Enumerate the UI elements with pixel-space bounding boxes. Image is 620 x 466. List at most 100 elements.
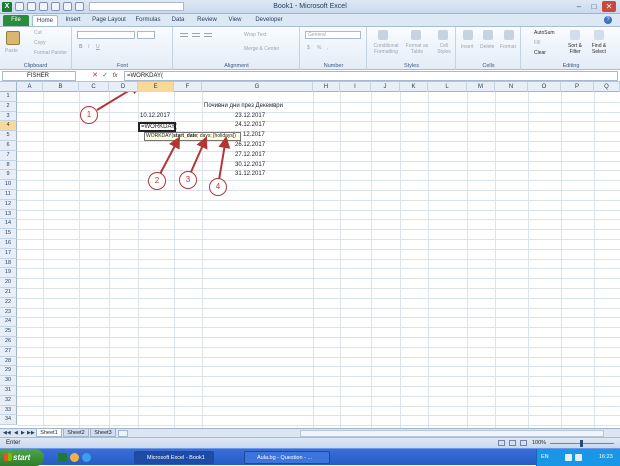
- paste-button[interactable]: Paste: [5, 48, 18, 54]
- cancel-entry-icon[interactable]: ✕: [90, 71, 100, 81]
- col-header-o[interactable]: O: [528, 82, 561, 92]
- prev-sheet-icon[interactable]: ◀: [14, 429, 18, 437]
- maximize-button[interactable]: □: [587, 1, 601, 12]
- col-header-c[interactable]: C: [79, 82, 109, 92]
- close-button[interactable]: ✕: [602, 1, 616, 12]
- format-as-table-icon[interactable]: [411, 30, 421, 40]
- tab-data[interactable]: Data: [167, 15, 189, 26]
- format-cells-icon[interactable]: [504, 30, 514, 40]
- formula-input[interactable]: =WORKDAY(: [124, 71, 618, 81]
- cell-styles-button[interactable]: Cell Styles: [434, 43, 454, 55]
- font-size-select[interactable]: [137, 31, 155, 39]
- tab-review[interactable]: Review: [194, 15, 220, 26]
- cell-styles-icon[interactable]: [438, 30, 448, 40]
- col-header-i[interactable]: I: [340, 82, 371, 92]
- currency-button[interactable]: $: [307, 45, 310, 51]
- page-break-view-icon[interactable]: [520, 440, 527, 446]
- paste-icon[interactable]: [6, 31, 20, 45]
- tab-developer[interactable]: Developer: [251, 15, 287, 26]
- col-header-p[interactable]: P: [561, 82, 594, 92]
- sheet-tab-1[interactable]: Sheet1: [36, 429, 62, 437]
- tray-icon-volume[interactable]: [575, 454, 582, 461]
- wrap-text-button[interactable]: Wrap Text: [244, 32, 266, 38]
- col-header-d[interactable]: D: [109, 82, 138, 92]
- percent-button[interactable]: %: [317, 45, 321, 51]
- page-layout-view-icon[interactable]: [509, 440, 516, 446]
- col-header-b[interactable]: B: [43, 82, 79, 92]
- help-icon[interactable]: ?: [604, 16, 612, 24]
- sheet-tab-2[interactable]: Sheet2: [63, 429, 89, 437]
- confirm-entry-icon[interactable]: ✓: [100, 71, 110, 81]
- minimize-button[interactable]: –: [572, 1, 586, 12]
- conditional-formatting-icon[interactable]: [378, 30, 388, 40]
- tray-icon-network[interactable]: [565, 454, 572, 461]
- col-header-q[interactable]: Q: [594, 82, 620, 92]
- delete-cells-icon[interactable]: [483, 30, 493, 40]
- bold-button[interactable]: B: [79, 44, 83, 50]
- underline-button[interactable]: U: [96, 44, 100, 50]
- name-box[interactable]: FISHER: [2, 71, 76, 81]
- quick-launch-browser-icon[interactable]: [70, 453, 79, 462]
- tab-home[interactable]: Home: [32, 15, 58, 26]
- taskbar-excel-window[interactable]: Microsoft Excel - Book1: [134, 451, 214, 464]
- quick-launch-explorer-icon[interactable]: [82, 453, 91, 462]
- number-format-select[interactable]: General: [305, 31, 361, 39]
- col-header-n[interactable]: N: [495, 82, 528, 92]
- col-header-l[interactable]: L: [428, 82, 467, 92]
- tray-clock[interactable]: 16:23: [599, 449, 613, 466]
- insert-cells-button[interactable]: Insert: [461, 44, 474, 50]
- autosum-button[interactable]: AutoSum: [534, 30, 555, 36]
- tab-view[interactable]: View: [224, 15, 246, 26]
- format-as-table-button[interactable]: Format as Table: [404, 43, 430, 55]
- comma-button[interactable]: ,: [327, 45, 328, 51]
- col-header-f[interactable]: F: [174, 82, 202, 92]
- zoom-slider-thumb[interactable]: [580, 440, 583, 447]
- align-center-icon[interactable]: [192, 33, 200, 37]
- col-header-h[interactable]: H: [313, 82, 340, 92]
- insert-cells-icon[interactable]: [463, 30, 473, 40]
- col-header-g[interactable]: G: [202, 82, 313, 92]
- fill-button[interactable]: Fill: [534, 40, 540, 46]
- sheet-tab-3[interactable]: Sheet3: [90, 429, 116, 437]
- normal-view-icon[interactable]: [498, 440, 505, 446]
- col-header-k[interactable]: K: [400, 82, 428, 92]
- worksheet-grid[interactable]: 1 2 3 4 5 6 7 8 9 10 11 12 13 14 15 16 17 18 19 20 21 22 23 24 2…: [0, 92, 620, 428]
- copy-button[interactable]: Copy: [34, 40, 46, 46]
- cut-button[interactable]: Cut: [34, 30, 42, 36]
- quick-launch-excel-icon[interactable]: [58, 453, 67, 462]
- font-group-label: Font: [116, 63, 128, 69]
- next-sheet-icon[interactable]: ▶: [21, 429, 25, 437]
- merge-center-button[interactable]: Merge & Center: [244, 46, 279, 52]
- clear-button[interactable]: Clear: [534, 50, 546, 56]
- col-header-m[interactable]: M: [467, 82, 495, 92]
- tab-file[interactable]: File: [3, 15, 29, 26]
- sort-filter-button[interactable]: Sort & Filter: [564, 43, 586, 55]
- tab-insert[interactable]: Insert: [60, 15, 86, 26]
- last-sheet-icon[interactable]: ▶▶: [27, 429, 35, 437]
- insert-function-icon[interactable]: fx: [110, 71, 120, 81]
- find-select-icon[interactable]: [594, 30, 604, 40]
- alignment-group: Wrap Text Merge & Center Alignment: [174, 27, 300, 70]
- select-all-corner[interactable]: [0, 82, 17, 92]
- insert-sheet-icon[interactable]: [118, 430, 128, 437]
- col-header-j[interactable]: J: [371, 82, 400, 92]
- align-right-icon[interactable]: [204, 33, 212, 37]
- font-name-select[interactable]: [77, 31, 135, 39]
- format-cells-button[interactable]: Format: [500, 44, 516, 50]
- taskbar-browser-window[interactable]: Aula.bg - Question - ...: [244, 451, 330, 464]
- align-left-icon[interactable]: [180, 33, 188, 37]
- sort-filter-icon[interactable]: [570, 30, 580, 40]
- delete-cells-button[interactable]: Delete: [480, 44, 494, 50]
- format-painter-button[interactable]: Format Painter: [34, 50, 67, 56]
- language-indicator[interactable]: EN: [541, 449, 549, 466]
- tab-page-layout[interactable]: Page Layout: [88, 15, 130, 26]
- horizontal-scrollbar[interactable]: [300, 430, 604, 437]
- italic-button[interactable]: I: [88, 44, 89, 50]
- tab-formulas[interactable]: Formulas: [132, 15, 164, 26]
- zoom-level[interactable]: 100%: [532, 440, 546, 446]
- first-sheet-icon[interactable]: ◀◀: [3, 429, 11, 437]
- col-header-a[interactable]: A: [17, 82, 43, 92]
- conditional-formatting-button[interactable]: Conditional Formatting: [370, 43, 402, 55]
- find-select-button[interactable]: Find & Select: [586, 43, 612, 55]
- col-header-e[interactable]: E: [138, 82, 174, 92]
